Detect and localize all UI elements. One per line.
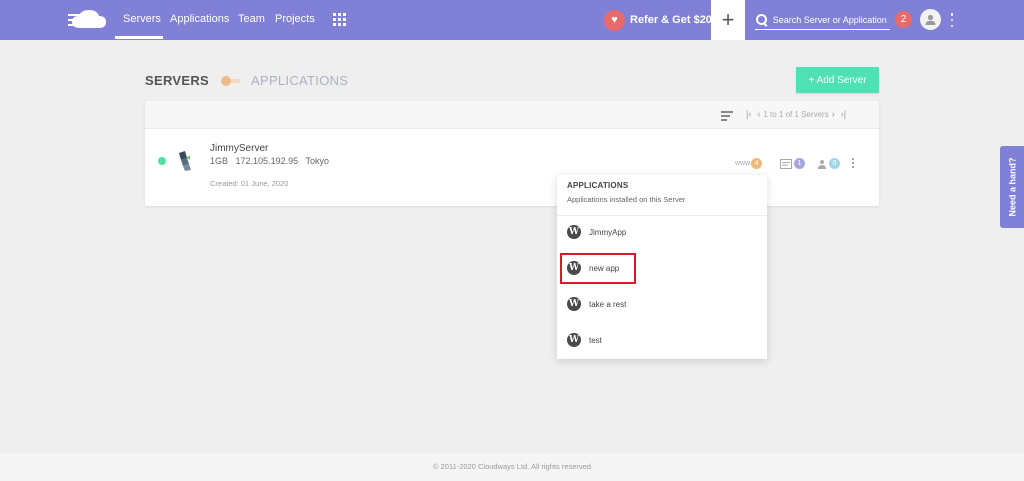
page-tabs: SERVERS APPLICATIONS (145, 73, 348, 88)
server-status-indicator (158, 157, 166, 165)
app-name: JimmyApp (589, 227, 627, 237)
nav-projects[interactable]: Projects (275, 13, 315, 25)
notification-badge[interactable]: 2 (895, 11, 912, 28)
db-count-badge: 1 (794, 158, 805, 169)
last-page-icon[interactable]: ›| (841, 109, 846, 119)
server-location: Tokyo (305, 156, 329, 166)
user-icon (925, 14, 936, 25)
server-more-icon[interactable] (851, 158, 855, 168)
app-item-take-a-rest[interactable]: W take a rest (567, 294, 626, 314)
app-item-jimmyapp[interactable]: W JimmyApp (567, 222, 626, 242)
tab-servers[interactable]: SERVERS (145, 73, 209, 88)
wordpress-icon: W (567, 297, 581, 311)
nav-active-indicator (115, 36, 163, 39)
prev-page-icon[interactable]: ‹ (757, 109, 760, 119)
server-name[interactable]: JimmyServer (210, 143, 268, 154)
nav-applications[interactable]: Applications (170, 13, 229, 25)
app-name: test (589, 335, 602, 345)
avatar[interactable] (920, 9, 941, 30)
first-page-icon[interactable]: |‹ (746, 109, 751, 119)
highlight-box (560, 253, 636, 284)
top-navbar: Servers Applications Team Projects ♥ Ref… (0, 0, 1024, 40)
www-label: www (735, 160, 751, 167)
server-card: |‹ ‹ 1 to 1 of 1 Servers › ›| JimmyServe… (145, 101, 879, 206)
refer-label: Refer & Get $20 (630, 14, 712, 26)
cloudways-logo-icon[interactable] (68, 8, 110, 32)
pagination-label: 1 to 1 of 1 Servers (763, 109, 829, 119)
tab-applications[interactable]: APPLICATIONS (251, 73, 348, 88)
users-icon (818, 159, 826, 169)
add-button[interactable]: + (711, 0, 745, 40)
footer: © 2011-2020 Cloudways Ltd. All rights re… (0, 453, 1024, 481)
server-ip: 172.105.192.95 (235, 156, 299, 166)
grid-icon[interactable] (333, 13, 346, 26)
next-page-icon[interactable]: › (832, 109, 835, 119)
sort-icon[interactable] (721, 111, 733, 121)
app-item-test[interactable]: W test (567, 330, 602, 350)
wordpress-icon: W (567, 333, 581, 347)
users-count-badge: 0 (829, 158, 840, 169)
users-stat[interactable]: 0 (817, 158, 840, 169)
heart-icon: ♥ (604, 9, 625, 31)
server-size: 1GB (210, 156, 229, 166)
nav-servers[interactable]: Servers (123, 13, 161, 25)
app-name: take a rest (589, 299, 627, 309)
apps-stat[interactable]: www 4 (735, 158, 763, 169)
more-menu-icon[interactable] (950, 13, 954, 27)
list-toolbar: |‹ ‹ 1 to 1 of 1 Servers › ›| (145, 101, 879, 129)
dropdown-subtitle: Applications installed on this Server (567, 195, 686, 204)
add-server-button[interactable]: + Add Server (796, 67, 879, 93)
dropdown-header: APPLICATIONS Applications installed on t… (557, 175, 767, 216)
pagination: |‹ ‹ 1 to 1 of 1 Servers › ›| (743, 109, 849, 119)
databases-stat[interactable]: 1 (780, 158, 805, 169)
search-icon (756, 13, 768, 26)
need-help-tab[interactable]: Need a hand? (1000, 146, 1024, 228)
linode-server-icon (179, 151, 191, 171)
view-toggle[interactable] (221, 75, 241, 86)
search-input[interactable] (772, 14, 890, 25)
database-icon (780, 158, 792, 169)
apps-count-badge: 4 (751, 158, 763, 169)
need-help-label: Need a hand? (1007, 157, 1018, 217)
server-meta: 1GB 172.105.192.95 Tokyo (210, 156, 334, 166)
wordpress-icon: W (567, 225, 581, 239)
refer-button[interactable]: ♥ Refer & Get $20 (604, 9, 712, 31)
dropdown-title: APPLICATIONS (567, 181, 629, 190)
nav-team[interactable]: Team (238, 13, 265, 25)
search-bar[interactable] (755, 10, 890, 30)
server-created-date: Created: 01 June, 2020 (210, 179, 289, 188)
plus-icon: + (721, 7, 735, 32)
